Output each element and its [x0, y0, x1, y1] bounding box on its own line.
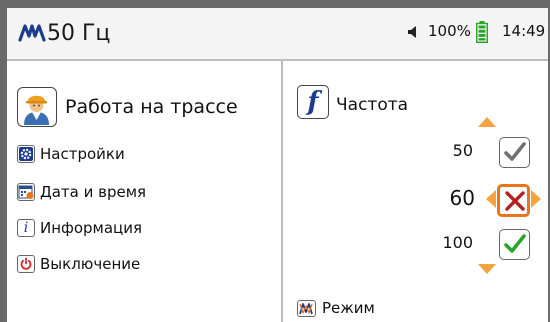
menu-item-label: Информация [40, 219, 143, 237]
option-100-checkbox[interactable] [499, 229, 530, 260]
option-value: 50 [452, 141, 473, 160]
option-value-selected: 60 [449, 186, 475, 210]
option-60-checkbox[interactable] [497, 184, 530, 217]
increase-arrow-icon[interactable] [530, 189, 542, 209]
frequency-panel-title: Частота [336, 95, 409, 115]
mode-icon [297, 300, 316, 317]
option-50-checkbox[interactable] [499, 137, 530, 168]
menu-item-label: Настройки [40, 145, 125, 163]
mains-frequency: 50 Гц [47, 21, 111, 46]
calendar-clock-icon [17, 183, 35, 201]
device-screen: 50 Гц 100% 14:49 Работа на трассе Настро… [7, 8, 548, 322]
mode-label[interactable]: Режим [322, 299, 375, 317]
option-value: 100 [442, 233, 473, 252]
panel-title: Работа на трассе [65, 96, 238, 118]
menu-item-label: Выключение [40, 255, 141, 273]
clock: 14:49 [502, 22, 546, 40]
info-icon: i [17, 219, 35, 237]
speaker-icon [408, 26, 416, 38]
battery-percent: 100% [428, 22, 471, 40]
scroll-down-arrow-icon[interactable] [477, 263, 497, 275]
checkmark-icon [504, 234, 526, 253]
wave-icon [18, 24, 46, 42]
scroll-up-arrow-icon[interactable] [477, 116, 497, 128]
power-icon [17, 255, 35, 273]
decrease-arrow-icon[interactable] [485, 189, 497, 209]
worker-icon [17, 87, 57, 127]
frequency-panel: f Частота 50 60 100 Режим [283, 61, 548, 322]
battery-icon [476, 21, 488, 43]
menu-item-label: Дата и время [40, 183, 147, 201]
checkmark-icon [504, 142, 526, 161]
cross-icon [505, 191, 525, 211]
status-bar: 50 Гц 100% 14:49 [7, 8, 548, 61]
gear-icon [17, 145, 35, 163]
main-menu-panel: Работа на трассе Настройки Дата и время … [7, 61, 281, 322]
frequency-icon: f [297, 85, 329, 119]
